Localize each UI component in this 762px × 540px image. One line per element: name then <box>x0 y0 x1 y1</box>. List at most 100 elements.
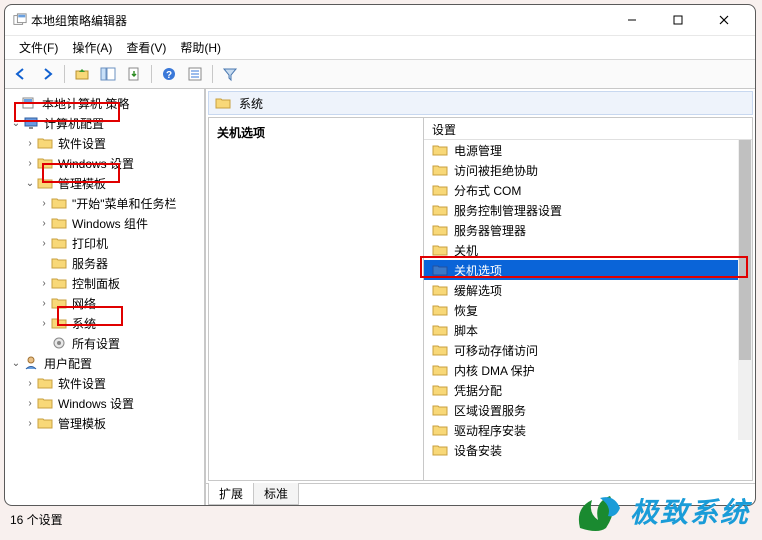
folder-icon <box>432 362 448 378</box>
expand-toggle[interactable]: ⌄ <box>9 358 23 369</box>
watermark-text: 极致系统 <box>630 491 750 531</box>
detail-title-panel: 关机选项 <box>209 118 424 480</box>
tree-node[interactable]: ›控制面板 <box>7 273 202 293</box>
menu-help[interactable]: 帮助(H) <box>174 37 227 58</box>
close-button[interactable] <box>701 6 747 34</box>
breadcrumb[interactable]: 系统 <box>208 91 753 115</box>
tree-node[interactable]: 所有设置 <box>7 333 202 353</box>
list-item[interactable]: 关机 <box>424 240 752 260</box>
menu-action[interactable]: 操作(A) <box>66 37 118 58</box>
list-item-label: 服务器管理器 <box>454 222 526 239</box>
expand-toggle[interactable]: › <box>23 398 37 409</box>
list-item[interactable]: 脚本 <box>424 320 752 340</box>
list-item-label: 脚本 <box>454 322 478 339</box>
list-item-label: 可移动存储访问 <box>454 342 538 359</box>
maximize-button[interactable] <box>655 6 701 34</box>
list-item-label: 缓解选项 <box>454 282 502 299</box>
list-item[interactable]: 服务器管理器 <box>424 220 752 240</box>
list-item[interactable]: 服务控制管理器设置 <box>424 200 752 220</box>
svg-text:?: ? <box>166 70 172 81</box>
folder-icon <box>432 322 448 338</box>
menu-view[interactable]: 查看(V) <box>120 37 172 58</box>
tree-computer-config[interactable]: ⌄计算机配置 <box>7 113 202 133</box>
expand-toggle[interactable]: › <box>37 298 51 309</box>
title-bar[interactable]: 本地组策略编辑器 <box>5 5 755 35</box>
expand-toggle[interactable]: › <box>23 378 37 389</box>
folder-icon <box>37 395 53 411</box>
expand-toggle[interactable]: ⌄ <box>23 178 37 189</box>
folder-icon <box>37 415 53 431</box>
expand-toggle[interactable]: › <box>37 318 51 329</box>
folder-icon <box>432 302 448 318</box>
menu-file[interactable]: 文件(F) <box>13 37 64 58</box>
watermark-logo-icon <box>570 488 626 534</box>
list-item[interactable]: 内核 DMA 保护 <box>424 360 752 380</box>
tree-node[interactable]: ›网络 <box>7 293 202 313</box>
tree-root[interactable]: 本地计算机 策略 <box>7 93 202 113</box>
up-folder-button[interactable] <box>70 62 94 86</box>
folder-icon <box>51 235 67 251</box>
tree-node[interactable]: ›管理模板 <box>7 413 202 433</box>
list-item[interactable]: 区域设置服务 <box>424 400 752 420</box>
expand-toggle[interactable]: ⌄ <box>9 118 23 129</box>
expand-toggle[interactable]: › <box>23 418 37 429</box>
expand-toggle[interactable]: › <box>23 158 37 169</box>
folder-icon <box>37 135 53 151</box>
tab-extended[interactable]: 扩展 <box>208 483 254 505</box>
list-item-label: 设备安装 <box>454 442 502 459</box>
folder-icon <box>37 175 53 191</box>
list-item[interactable]: 电源管理 <box>424 140 752 160</box>
list-item[interactable]: 分布式 COM <box>424 180 752 200</box>
folder-icon <box>51 195 67 211</box>
list-item-label: 区域设置服务 <box>454 402 526 419</box>
list-item[interactable]: 凭据分配 <box>424 380 752 400</box>
user-icon <box>23 355 39 371</box>
expand-toggle[interactable]: › <box>23 138 37 149</box>
show-hide-tree-button[interactable] <box>96 62 120 86</box>
list-item[interactable]: 访问被拒绝协助 <box>424 160 752 180</box>
detail-title: 关机选项 <box>217 126 265 140</box>
list-item-label: 凭据分配 <box>454 382 502 399</box>
tree-user-config[interactable]: ⌄用户配置 <box>7 353 202 373</box>
folder-icon <box>51 215 67 231</box>
column-header-settings[interactable]: 设置 <box>424 118 752 140</box>
gpedit-icon <box>13 13 27 27</box>
list-item[interactable]: 可移动存储访问 <box>424 340 752 360</box>
tree-system[interactable]: ›系统 <box>7 313 202 333</box>
list-item[interactable]: 关机选项 <box>424 260 752 280</box>
expand-toggle[interactable]: › <box>37 238 51 249</box>
tree-node[interactable]: ›Windows 设置 <box>7 153 202 173</box>
export-button[interactable] <box>122 62 146 86</box>
folder-icon <box>432 222 448 238</box>
tab-standard[interactable]: 标准 <box>253 483 299 505</box>
back-button[interactable] <box>9 62 33 86</box>
minimize-button[interactable] <box>609 6 655 34</box>
tree-node[interactable]: ›Windows 组件 <box>7 213 202 233</box>
filter-button[interactable] <box>218 62 242 86</box>
properties-button[interactable] <box>183 62 207 86</box>
settings-list[interactable]: 设置 电源管理访问被拒绝协助分布式 COM服务控制管理器设置服务器管理器关机关机… <box>424 118 752 480</box>
tree-admin-templates[interactable]: ⌄管理模板 <box>7 173 202 193</box>
breadcrumb-label: 系统 <box>239 95 263 112</box>
tree-node[interactable]: ›软件设置 <box>7 373 202 393</box>
expand-toggle[interactable]: › <box>37 218 51 229</box>
help-button[interactable]: ? <box>157 62 181 86</box>
forward-button[interactable] <box>35 62 59 86</box>
scrollbar[interactable] <box>738 140 752 440</box>
tree-node[interactable]: ›软件设置 <box>7 133 202 153</box>
list-item-label: 驱动程序安装 <box>454 422 526 439</box>
list-item[interactable]: 恢复 <box>424 300 752 320</box>
tree-panel[interactable]: 本地计算机 策略 ⌄计算机配置 ›软件设置 ›Windows 设置 ⌄管理模板 … <box>5 89 205 505</box>
expand-toggle[interactable]: › <box>37 198 51 209</box>
list-item[interactable]: 缓解选项 <box>424 280 752 300</box>
list-item[interactable]: 驱动程序安装 <box>424 420 752 440</box>
expand-toggle[interactable]: › <box>37 278 51 289</box>
folder-icon <box>37 155 53 171</box>
tree-node[interactable]: ›"开始"菜单和任务栏 <box>7 193 202 213</box>
folder-icon <box>215 95 231 111</box>
list-item[interactable]: 设备安装 <box>424 440 752 460</box>
tree-node[interactable]: 服务器 <box>7 253 202 273</box>
tree-node[interactable]: ›Windows 设置 <box>7 393 202 413</box>
app-window: 本地组策略编辑器 文件(F) 操作(A) 查看(V) 帮助(H) ? 本地计算机… <box>4 4 756 506</box>
tree-node[interactable]: ›打印机 <box>7 233 202 253</box>
